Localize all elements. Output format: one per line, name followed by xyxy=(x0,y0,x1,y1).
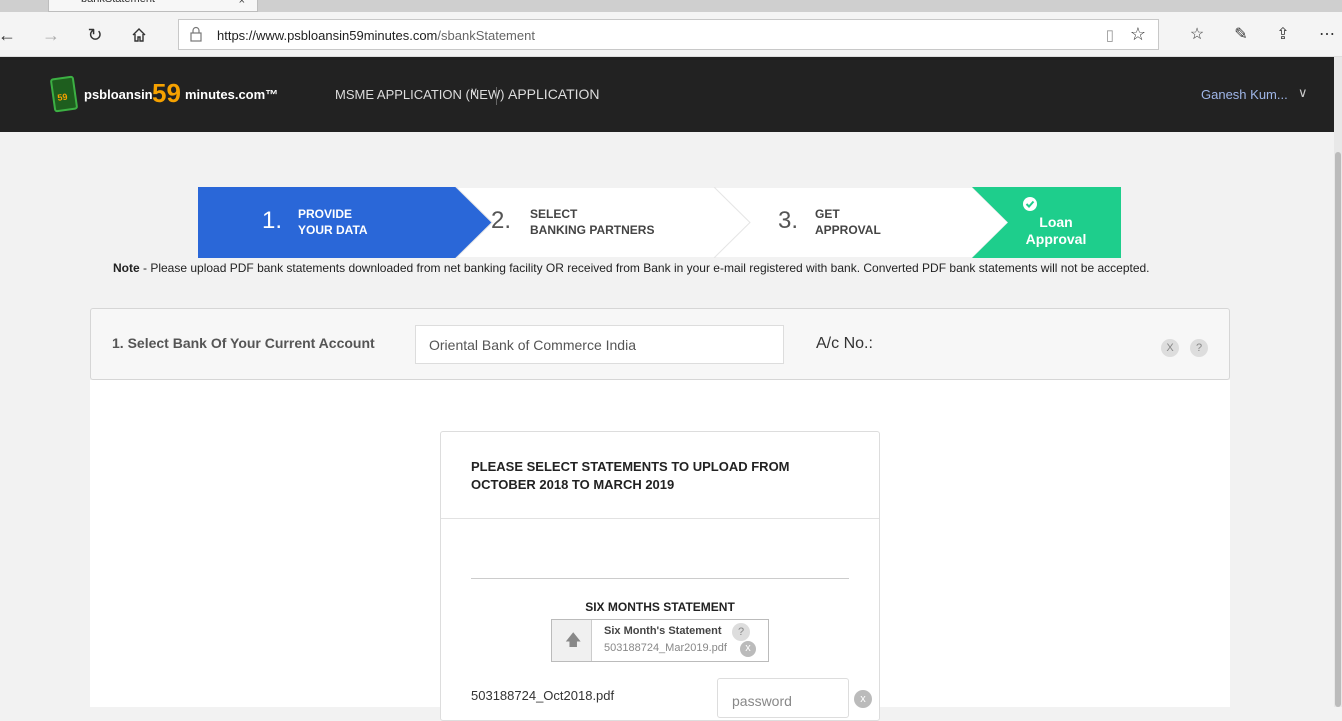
scrollbar-thumb[interactable] xyxy=(1335,152,1341,707)
tab-close-icon[interactable]: × xyxy=(239,0,245,7)
forward-icon[interactable]: → xyxy=(36,20,66,50)
step-sublabel: YOUR DATA xyxy=(298,223,368,237)
url-text: https://www.psbloansin59minutes.com/sban… xyxy=(217,28,535,43)
step-sublabel: BANKING PARTNERS xyxy=(530,223,655,237)
step-number: 2. xyxy=(491,207,512,234)
url-path: /sbankStatement xyxy=(437,28,535,43)
card-divider xyxy=(441,518,879,519)
note-label: Note xyxy=(113,261,140,275)
logo-text: psbloansin xyxy=(84,87,153,102)
favorite-star-icon[interactable]: ☆ xyxy=(1130,24,1146,45)
six-months-file-box: 🡅 Six Month's Statement ? 503188724_Mar2… xyxy=(551,619,769,662)
six-months-title: SIX MONTHS STATEMENT xyxy=(585,600,735,614)
uploaded-file-name: 503188724_Mar2019.pdf xyxy=(604,642,727,654)
remove-file-button[interactable]: x xyxy=(740,641,756,657)
upload-note: Note - Please upload PDF bank statements… xyxy=(113,261,1213,275)
lock-icon xyxy=(190,26,202,42)
password-field[interactable]: password xyxy=(717,678,849,718)
statement-upload-card: PLEASE SELECT STATEMENTS TO UPLOAD FROM … xyxy=(440,431,880,721)
step-sublabel: Approval xyxy=(1025,231,1087,247)
step-get-approval[interactable]: 3. GET APPROVAL xyxy=(714,187,972,258)
nav-msme-application[interactable]: MSME APPLICATION (NEW) xyxy=(335,87,505,102)
logo-badge-icon: 59 xyxy=(49,75,79,113)
upload-button[interactable]: 🡅 xyxy=(552,620,592,661)
file-box-title: Six Month's Statement xyxy=(604,625,722,637)
favorites-icon[interactable]: ☆ xyxy=(1182,20,1212,50)
remove-row-button[interactable]: x xyxy=(854,690,872,708)
address-bar[interactable]: https://www.psbloansin59minutes.com/sban… xyxy=(178,19,1159,50)
reading-view-icon[interactable]: ▯ xyxy=(1106,26,1114,44)
home-icon[interactable] xyxy=(124,20,154,50)
step-select-banking[interactable]: 2. SELECT BANKING PARTNERS xyxy=(456,187,714,258)
step-number: 1. xyxy=(262,207,283,234)
back-icon[interactable]: ← xyxy=(0,20,22,50)
upload-title: PLEASE SELECT STATEMENTS TO UPLOAD FROM … xyxy=(471,459,790,492)
step-loan-approval[interactable]: Loan Approval xyxy=(972,187,1122,258)
note-text: - Please upload PDF bank statements down… xyxy=(139,261,1150,275)
step-sublabel: APPROVAL xyxy=(815,223,881,237)
bank-select-input[interactable]: Oriental Bank of Commerce India xyxy=(415,325,784,364)
logo-domain: minutes.com™ xyxy=(185,87,279,102)
step-label: SELECT xyxy=(530,207,578,221)
clear-bank-button[interactable]: X xyxy=(1161,339,1179,357)
url-host: https://www.psbloansin59minutes.com xyxy=(217,28,438,43)
step-label: PROVIDE xyxy=(298,207,353,221)
pen-icon[interactable]: ✎ xyxy=(1226,20,1256,50)
nav-divider xyxy=(496,87,497,105)
tab-title: bankStatement xyxy=(81,0,155,5)
refresh-icon[interactable]: ↻ xyxy=(80,20,110,50)
share-icon[interactable]: ⇪ xyxy=(1268,20,1298,50)
step-number: 3. xyxy=(778,207,799,234)
upload-arrow-icon: 🡅 xyxy=(565,632,582,649)
account-number-label: A/c No.: xyxy=(816,335,873,352)
statement-file-name: 503188724_Oct2018.pdf xyxy=(471,688,615,703)
user-menu[interactable]: Ganesh Kum... xyxy=(1201,87,1288,102)
browser-tab[interactable]: bankStatement × xyxy=(48,0,258,12)
bank-help-icon[interactable]: ? xyxy=(1190,339,1208,357)
browser-tab-strip: bankStatement × xyxy=(0,0,1342,12)
bank-select-card: 1. Select Bank Of Your Current Account O… xyxy=(90,308,1230,380)
browser-toolbar: ← → ↻ https://www.psbloansin59minutes.co… xyxy=(0,12,1342,57)
step-label: GET xyxy=(815,207,840,221)
bank-select-label: 1. Select Bank Of Your Current Account xyxy=(112,335,375,351)
page-scrollbar[interactable] xyxy=(1334,57,1342,707)
more-icon[interactable]: ⋯ xyxy=(1312,20,1342,50)
chevron-down-icon[interactable]: ∨ xyxy=(470,85,478,98)
file-help-icon[interactable]: ? xyxy=(732,623,750,641)
check-circle-icon xyxy=(1023,197,1037,211)
logo-59: 59 xyxy=(152,78,181,108)
site-header: 59 psbloansin 59 minutes.com™ MSME APPLI… xyxy=(0,57,1334,132)
step-provide-data[interactable]: 1. PROVIDE YOUR DATA xyxy=(198,187,456,258)
section-divider xyxy=(471,578,849,579)
nav-application[interactable]: APPLICATION xyxy=(508,86,600,102)
step-label: Loan xyxy=(1039,214,1073,230)
user-chevron-down-icon[interactable]: ∨ xyxy=(1298,85,1308,101)
